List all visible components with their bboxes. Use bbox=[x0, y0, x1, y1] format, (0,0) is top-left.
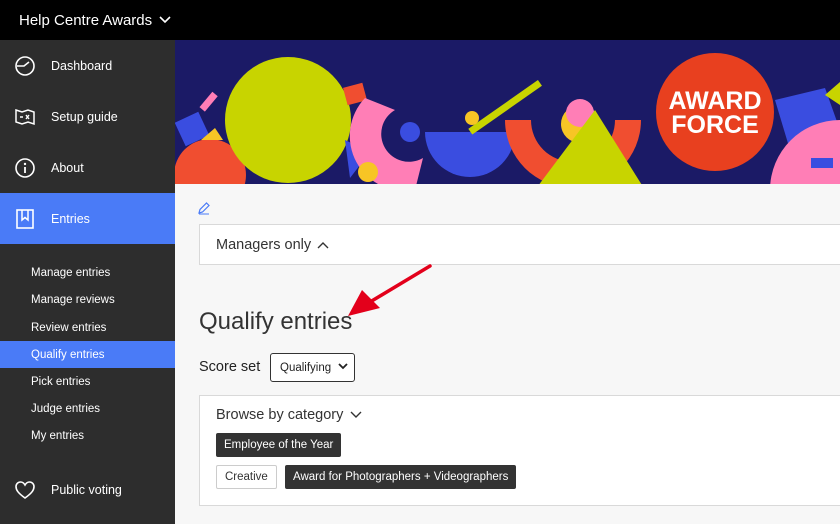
main-content: Managers only Qualify entries Score set … bbox=[175, 184, 840, 524]
sidebar-item-label: About bbox=[51, 160, 84, 175]
sidebar-item-dashboard[interactable]: Dashboard bbox=[0, 40, 175, 91]
chevron-up-icon bbox=[317, 241, 329, 249]
top-bar: Help Centre Awards bbox=[0, 0, 840, 40]
sidebar-item-label: Public voting bbox=[51, 482, 122, 497]
browse-by-category-toggle[interactable]: Browse by category bbox=[216, 407, 362, 423]
browse-by-category-panel: Browse by category Employee of the Year … bbox=[199, 395, 840, 506]
dashboard-gauge-icon bbox=[14, 55, 36, 77]
sidebar-item-setup-guide[interactable]: Setup guide bbox=[0, 91, 175, 142]
info-icon bbox=[14, 157, 36, 179]
score-set-label: Score set bbox=[199, 359, 261, 375]
sidebar-item-label: Setup guide bbox=[51, 109, 118, 124]
subitem-qualify-entries[interactable]: Qualify entries bbox=[0, 341, 175, 368]
sidebar-item-entries[interactable]: Entries bbox=[0, 193, 175, 244]
browse-by-category-label: Browse by category bbox=[216, 407, 344, 423]
chevron-down-icon[interactable] bbox=[159, 16, 171, 24]
category-tag[interactable]: Award for Photographers + Videographers bbox=[285, 465, 517, 489]
subitem-my-entries[interactable]: My entries bbox=[0, 422, 175, 449]
subitem-pick-entries[interactable]: Pick entries bbox=[0, 368, 175, 395]
bookmark-icon bbox=[14, 208, 36, 230]
sidebar-item-about[interactable]: About bbox=[0, 142, 175, 193]
score-set-select[interactable]: Qualifying bbox=[270, 353, 355, 382]
award-banner: AWARD FORCE bbox=[175, 40, 840, 184]
map-guide-icon bbox=[14, 106, 36, 128]
chevron-down-icon bbox=[350, 411, 362, 419]
sidebar-item-label: Dashboard bbox=[51, 58, 113, 73]
sidebar-item-public-voting[interactable]: Public voting bbox=[0, 464, 175, 515]
logo-text-force: FORCE bbox=[671, 111, 759, 139]
subitem-manage-entries[interactable]: Manage entries bbox=[0, 259, 175, 286]
subitem-manage-reviews[interactable]: Manage reviews bbox=[0, 286, 175, 313]
sidebar: Dashboard Setup guide About Entries Mana… bbox=[0, 40, 175, 524]
category-tag[interactable]: Employee of the Year bbox=[216, 433, 342, 457]
sidebar-item-label: Entries bbox=[51, 211, 90, 226]
pencil-icon[interactable] bbox=[197, 201, 211, 215]
heart-icon bbox=[14, 479, 36, 501]
managers-only-panel[interactable]: Managers only bbox=[199, 224, 840, 265]
chevron-down-icon bbox=[338, 363, 348, 370]
page-title: Qualify entries bbox=[199, 308, 353, 335]
subitem-review-entries[interactable]: Review entries bbox=[0, 314, 175, 341]
category-tag[interactable]: Creative bbox=[216, 465, 277, 489]
managers-only-label: Managers only bbox=[216, 236, 312, 253]
banner-artwork: AWARD FORCE bbox=[175, 40, 840, 184]
annotation-arrow bbox=[348, 264, 432, 316]
subitem-judge-entries[interactable]: Judge entries bbox=[0, 395, 175, 422]
score-set-value: Qualifying bbox=[280, 361, 332, 374]
app-title[interactable]: Help Centre Awards bbox=[19, 12, 152, 29]
